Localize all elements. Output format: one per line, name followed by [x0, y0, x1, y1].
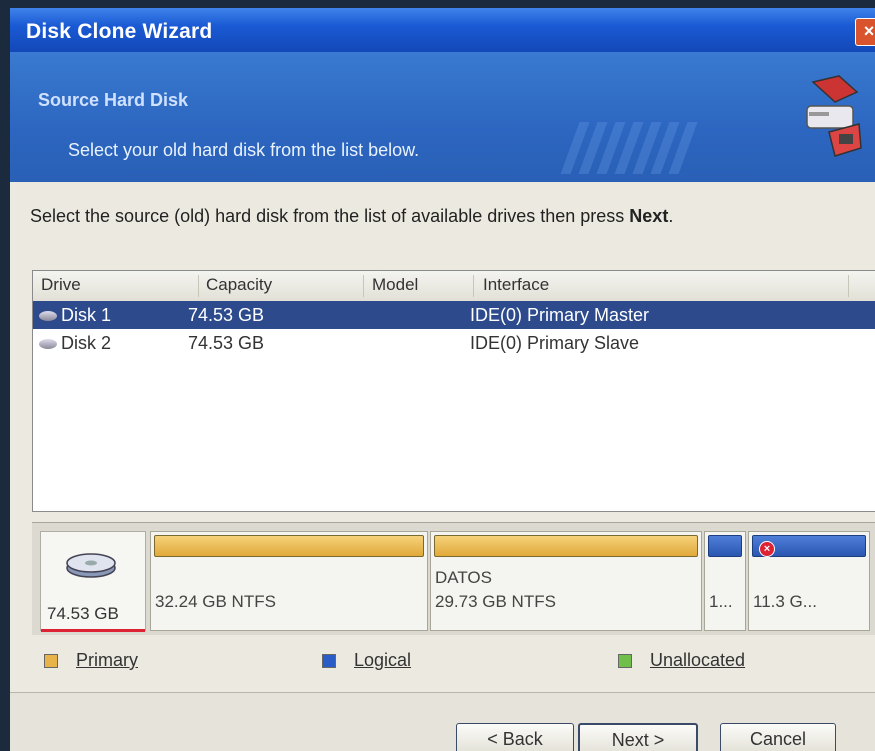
column-separator[interactable] [198, 275, 199, 297]
wizard-header: Source Hard Disk Select your old hard di… [10, 52, 875, 182]
disk-clone-wizard-window: Disk Clone Wizard × Source Hard Disk Sel… [10, 8, 875, 751]
error-icon: × [759, 541, 775, 557]
hard-disk-icon [39, 339, 57, 350]
back-button[interactable]: < Back [456, 723, 574, 751]
disk-clone-icon [806, 75, 862, 157]
primary-partition-bar [434, 535, 698, 557]
logical-partition-bar [708, 535, 742, 557]
partition-label: DATOS [435, 568, 492, 587]
cancel-button[interactable]: Cancel [720, 723, 836, 751]
column-header-drive[interactable]: Drive [41, 275, 81, 297]
disk-size: 74.53 GB [47, 604, 119, 623]
partition-block[interactable]: × 11.3 G... [748, 531, 870, 631]
partition-size: 32.24 GB NTFS [155, 592, 276, 611]
instruction-text: Select the source (old) hard disk from t… [30, 206, 674, 226]
partition-size: 1... [709, 592, 733, 611]
drive-list[interactable]: Drive Capacity Model Interface Disk 1 74… [32, 270, 875, 512]
hard-disk-icon [66, 553, 116, 578]
partition-legend: Primary Logical Unallocated [32, 644, 875, 678]
column-header-model[interactable]: Model [372, 275, 418, 297]
drive-cell: Disk 1 [39, 305, 111, 326]
capacity-cell: 74.53 GB [188, 333, 265, 353]
disk-map: 74.53 GB 32.24 GB NTFS DATOS 29.73 GB NT… [32, 522, 875, 635]
partition-size: 11.3 G... [753, 592, 817, 611]
legend-primary: Primary [44, 650, 138, 671]
window-title: Disk Clone Wizard [26, 20, 213, 43]
next-button[interactable]: Next > [578, 723, 698, 751]
logical-partition-bar: × [752, 535, 866, 557]
partition-block[interactable]: 1... [704, 531, 746, 631]
wizard-footer: < Back Next > Cancel [10, 692, 875, 751]
drive-list-header: Drive Capacity Model Interface [33, 271, 875, 302]
column-separator[interactable] [473, 275, 474, 297]
column-header-interface[interactable]: Interface [483, 275, 549, 297]
primary-partition-bar [154, 535, 424, 557]
primary-swatch-icon [44, 654, 58, 669]
column-separator[interactable] [848, 275, 849, 297]
column-separator[interactable] [363, 275, 364, 297]
unallocated-swatch-icon [618, 654, 632, 669]
drive-row[interactable]: Disk 1 74.53 GB IDE(0) Primary Master [33, 301, 875, 329]
title-bar: Disk Clone Wizard × [10, 8, 875, 52]
drive-row[interactable]: Disk 2 74.53 GB IDE(0) Primary Slave [33, 329, 875, 357]
interface-cell: IDE(0) Primary Master [470, 305, 650, 325]
column-header-capacity[interactable]: Capacity [206, 275, 272, 297]
drive-cell: Disk 2 [39, 333, 111, 354]
selection-underline [41, 629, 145, 632]
legend-logical: Logical [322, 650, 411, 671]
legend-unallocated: Unallocated [618, 650, 745, 671]
partition-block[interactable]: DATOS 29.73 GB NTFS [430, 531, 702, 631]
hard-disk-icon [39, 311, 57, 322]
step-title: Source Hard Disk [38, 90, 189, 110]
logical-swatch-icon [322, 654, 336, 669]
header-decoration [560, 122, 700, 174]
close-button[interactable]: × [855, 18, 875, 46]
step-subtitle: Select your old hard disk from the list … [68, 140, 420, 160]
disk-summary-tile[interactable]: 74.53 GB [40, 531, 146, 632]
partition-block[interactable]: 32.24 GB NTFS [150, 531, 428, 631]
wizard-content: Select the source (old) hard disk from t… [10, 182, 875, 751]
interface-cell: IDE(0) Primary Slave [470, 333, 640, 353]
partition-size: 29.73 GB NTFS [435, 592, 556, 611]
capacity-cell: 74.53 GB [188, 305, 265, 325]
